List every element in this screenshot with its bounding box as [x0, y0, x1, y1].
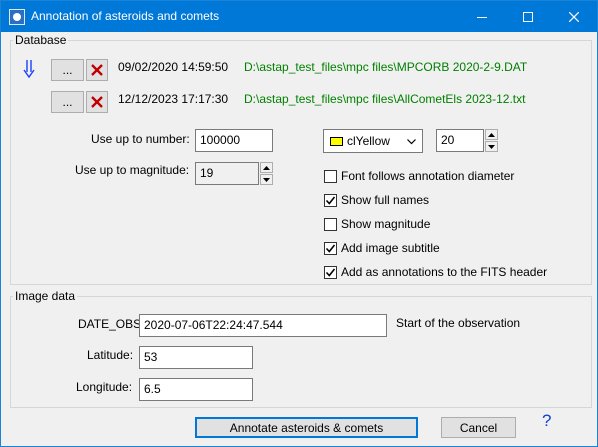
latitude-label: Latitude: [87, 348, 134, 362]
red-x-icon [91, 96, 103, 108]
delete-mpcorb-button[interactable] [86, 59, 108, 81]
maximize-icon [523, 11, 533, 22]
checkbox[interactable] [324, 217, 337, 231]
spin-up-icon[interactable] [260, 162, 273, 173]
mpcorb-timestamp: 09/02/2020 14:59:50 [118, 60, 229, 74]
checkbox[interactable] [324, 265, 337, 279]
comet-path: D:\astap_test_files\mpc files\AllCometEl… [244, 92, 526, 106]
mpcorb-path: D:\astap_test_files\mpc files\MPCORB 202… [244, 60, 528, 74]
font-size-input[interactable]: 20 [436, 129, 484, 152]
option-font-follows-diameter[interactable]: Font follows annotation diameter [324, 169, 514, 183]
maximize-button[interactable] [505, 1, 551, 32]
delete-comet-button[interactable] [86, 91, 108, 113]
database-group-label: Database [13, 33, 69, 47]
use-up-to-number-input[interactable]: 100000 [195, 129, 273, 152]
option-label: Font follows annotation diameter [341, 169, 515, 183]
option-show-magnitude[interactable]: Show magnitude [324, 217, 430, 231]
color-select-value: clYellow [347, 134, 390, 148]
use-up-to-number-label: Use up to number: [91, 132, 190, 146]
browse-comet-button[interactable]: ... [51, 91, 84, 113]
chevron-down-icon [407, 139, 416, 145]
checkmark-icon [325, 196, 336, 205]
spin-up-icon[interactable] [485, 129, 498, 140]
annotation-dialog: Annotation of asteroids and comets Datab… [0, 0, 598, 447]
date-obs-input[interactable]: 2020-07-06T22:24:47.544 [139, 314, 387, 337]
date-obs-note: Start of the observation [396, 316, 521, 330]
font-size-spinner[interactable] [485, 129, 498, 152]
checkmark-icon [325, 268, 336, 277]
minimize-icon [477, 16, 487, 18]
app-icon [9, 9, 25, 25]
close-icon [569, 11, 579, 22]
longitude-input[interactable]: 6.5 [139, 378, 253, 401]
spin-down-icon[interactable] [260, 174, 273, 185]
image-data-group-label: Image data [13, 289, 78, 303]
annotate-button[interactable]: Annotate asteroids & comets [195, 417, 418, 438]
checkmark-icon [325, 244, 336, 253]
browse-mpcorb-button[interactable]: ... [51, 59, 84, 81]
use-up-to-magnitude-label: Use up to magnitude: [75, 163, 190, 177]
cancel-button[interactable]: Cancel [441, 417, 516, 438]
latitude-input[interactable]: 53 [139, 346, 253, 369]
option-label: Show magnitude [341, 217, 431, 231]
option-label: Show full names [341, 193, 430, 207]
red-x-icon [91, 64, 103, 76]
checkbox[interactable] [324, 241, 337, 255]
date-obs-label: DATE_OBS [78, 317, 142, 331]
option-label: Add image subtitle [341, 241, 440, 255]
option-label: Add as annotations to the FITS header [341, 265, 548, 279]
option-show-full-names[interactable]: Show full names [324, 193, 429, 207]
spin-down-icon[interactable] [485, 141, 498, 152]
close-button[interactable] [551, 1, 597, 32]
magnitude-spinner[interactable] [260, 162, 273, 185]
option-add-image-subtitle[interactable]: Add image subtitle [324, 241, 440, 255]
color-select[interactable]: clYellow [323, 129, 423, 153]
color-swatch [330, 136, 343, 146]
help-link[interactable]: ? [542, 411, 551, 431]
checkbox[interactable] [324, 193, 337, 207]
arrow-down-icon[interactable] [22, 58, 36, 80]
comet-timestamp: 12/12/2023 17:17:30 [118, 92, 229, 106]
checkbox[interactable] [324, 169, 337, 183]
longitude-label: Longitude: [76, 380, 133, 394]
option-add-fits-annotations[interactable]: Add as annotations to the FITS header [324, 265, 547, 279]
use-up-to-magnitude-input[interactable]: 19 [195, 162, 259, 185]
minimize-button[interactable] [459, 1, 505, 32]
window-title: Annotation of asteroids and comets [31, 9, 220, 23]
title-bar[interactable]: Annotation of asteroids and comets [1, 1, 597, 32]
